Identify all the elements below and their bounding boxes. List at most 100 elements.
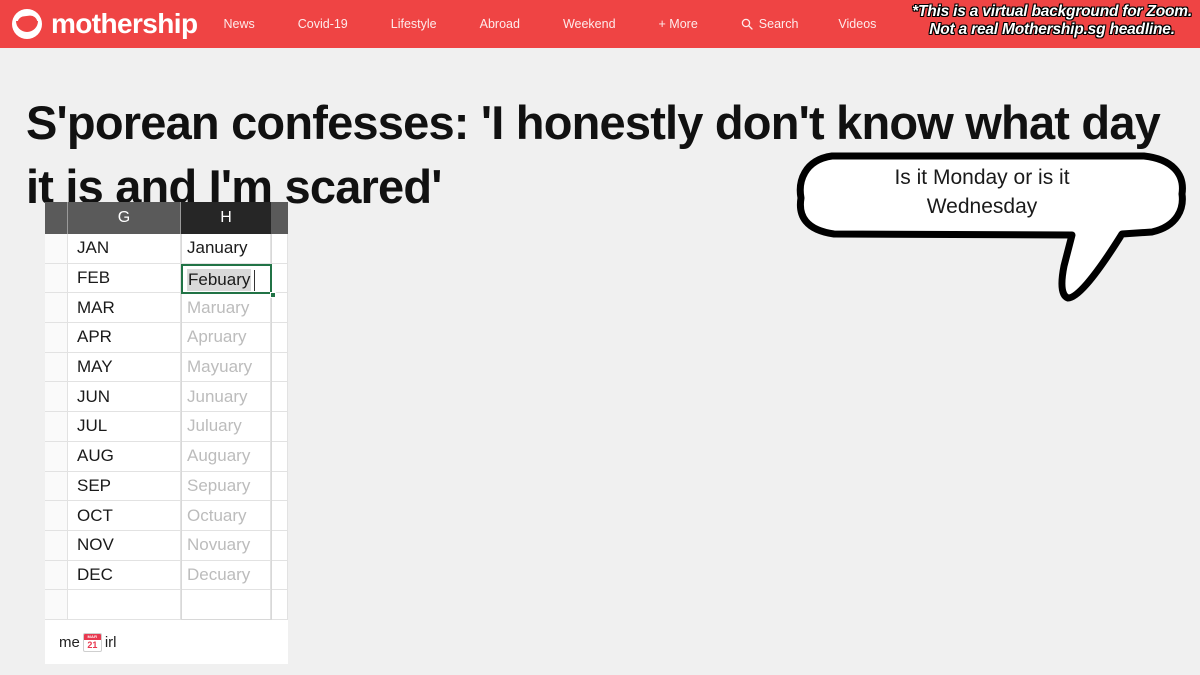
- speech-line-1: Is it Monday or is it: [894, 166, 1070, 189]
- table-row[interactable]: JUL Juluary: [45, 412, 288, 442]
- calendar-icon: MAR 21: [82, 633, 102, 652]
- cell-tail[interactable]: [271, 412, 288, 442]
- column-header-g[interactable]: G: [68, 202, 181, 234]
- speech-bubble: Is it Monday or is it Wednesday: [792, 146, 1192, 306]
- nav-item-search[interactable]: Search: [741, 18, 798, 31]
- nav-item-label: + More: [658, 16, 698, 31]
- nav-item-label: Lifestyle: [390, 16, 437, 31]
- cell-h[interactable]: Octuary: [181, 501, 271, 531]
- sheet-body: JAN January FEB MAR Maruary APR Apruary …: [45, 234, 288, 620]
- virtual-background-disclaimer: *This is a virtual background for Zoom. …: [912, 3, 1193, 40]
- cell-h[interactable]: Junuary: [181, 382, 271, 413]
- cell-h[interactable]: Juluary: [181, 412, 271, 442]
- cell-g[interactable]: AUG: [68, 441, 181, 472]
- cell-h[interactable]: Decuary: [181, 560, 271, 591]
- cell-h[interactable]: [181, 590, 271, 620]
- nav-item-videos[interactable]: Videos: [838, 18, 876, 31]
- calendar-day: 21: [87, 640, 98, 650]
- active-cell-editor[interactable]: Febuary: [181, 263, 276, 298]
- cell-h[interactable]: Maruary: [181, 293, 271, 324]
- row-header[interactable]: [45, 263, 68, 294]
- cell-h[interactable]: Apruary: [181, 323, 271, 353]
- caption-before: me: [59, 634, 80, 651]
- cell-h[interactable]: Mayuary: [181, 352, 271, 383]
- brand-logo-link[interactable]: mothership: [12, 9, 198, 39]
- table-row[interactable]: [45, 590, 288, 620]
- table-row[interactable]: NOV Novuary: [45, 530, 288, 561]
- table-row[interactable]: OCT Octuary: [45, 501, 288, 531]
- cell-g[interactable]: JUL: [68, 412, 181, 442]
- cell-tail[interactable]: [271, 382, 288, 413]
- table-row[interactable]: AUG Auguary: [45, 441, 288, 472]
- row-header[interactable]: [45, 590, 68, 620]
- row-header[interactable]: [45, 471, 68, 502]
- nav-item-abroad[interactable]: Abroad: [480, 18, 520, 31]
- cell-g[interactable]: MAR: [68, 293, 181, 324]
- row-header[interactable]: [45, 412, 68, 442]
- nav-item-more[interactable]: + More: [659, 18, 698, 31]
- nav-items: News Covid-19 Lifestyle Abroad Weekend +…: [223, 18, 919, 31]
- row-header[interactable]: [45, 501, 68, 531]
- cell-tail[interactable]: [271, 234, 288, 264]
- cell-h[interactable]: Sepuary: [181, 471, 271, 502]
- row-header[interactable]: [45, 293, 68, 324]
- cell-tail[interactable]: [271, 501, 288, 531]
- cell-tail[interactable]: [271, 590, 288, 620]
- row-header[interactable]: [45, 530, 68, 561]
- speech-line-2: Wednesday: [926, 194, 1038, 218]
- cell-g[interactable]: MAY: [68, 352, 181, 383]
- mothership-logo-icon: [12, 9, 42, 39]
- table-row[interactable]: MAY Mayuary: [45, 352, 288, 383]
- site-navbar: mothership News Covid-19 Lifestyle Abroa…: [0, 0, 1200, 48]
- table-row[interactable]: MAR Maruary: [45, 293, 288, 324]
- cell-h[interactable]: January: [181, 234, 271, 264]
- table-row[interactable]: JAN January: [45, 234, 288, 264]
- cell-g[interactable]: NOV: [68, 530, 181, 561]
- nav-item-news[interactable]: News: [223, 18, 254, 31]
- cell-tail[interactable]: [271, 560, 288, 591]
- cell-tail[interactable]: [271, 293, 288, 324]
- table-row[interactable]: APR Apruary: [45, 323, 288, 353]
- cell-g[interactable]: FEB: [68, 263, 181, 294]
- spreadsheet-screenshot: G H JAN January FEB MAR Maruary APR Apru…: [45, 202, 288, 664]
- fill-handle[interactable]: [270, 291, 276, 298]
- disclaimer-line-1: *This is a virtual background for Zoom.: [912, 3, 1193, 21]
- nav-item-label: Videos: [838, 16, 877, 31]
- cell-tail[interactable]: [271, 263, 288, 294]
- cell-tail[interactable]: [271, 323, 288, 353]
- nav-item-label: Abroad: [479, 16, 520, 31]
- disclaimer-line-2: Not a real Mothership.sg headline.: [929, 21, 1176, 39]
- table-row[interactable]: JUN Junuary: [45, 382, 288, 413]
- row-header[interactable]: [45, 323, 68, 353]
- column-header-tail: [271, 202, 288, 234]
- row-header[interactable]: [45, 441, 68, 472]
- cell-h[interactable]: Auguary: [181, 441, 271, 472]
- select-all-corner[interactable]: [45, 202, 68, 234]
- cell-g[interactable]: DEC: [68, 560, 181, 591]
- cell-g[interactable]: JAN: [68, 234, 181, 264]
- cell-tail[interactable]: [271, 352, 288, 383]
- cell-g[interactable]: OCT: [68, 501, 181, 531]
- cell-tail[interactable]: [271, 530, 288, 561]
- cell-h[interactable]: Novuary: [181, 530, 271, 561]
- cell-tail[interactable]: [271, 441, 288, 472]
- table-row[interactable]: SEP Sepuary: [45, 471, 288, 502]
- cell-g[interactable]: APR: [68, 323, 181, 353]
- row-header[interactable]: [45, 234, 68, 264]
- speech-bubble-text: Is it Monday or is it Wednesday: [822, 164, 1142, 222]
- nav-item-weekend[interactable]: Weekend: [563, 18, 616, 31]
- row-header[interactable]: [45, 382, 68, 413]
- nav-item-covid-19[interactable]: Covid-19: [298, 18, 348, 31]
- column-header-h[interactable]: H: [181, 202, 271, 234]
- cell-tail[interactable]: [271, 471, 288, 502]
- column-header-row: G H: [45, 202, 288, 234]
- row-header[interactable]: [45, 560, 68, 591]
- table-row[interactable]: DEC Decuary: [45, 560, 288, 591]
- row-header[interactable]: [45, 352, 68, 383]
- nav-item-lifestyle[interactable]: Lifestyle: [391, 18, 437, 31]
- cell-g[interactable]: JUN: [68, 382, 181, 413]
- cell-g[interactable]: [68, 590, 181, 620]
- cell-g[interactable]: SEP: [68, 471, 181, 502]
- nav-item-label: News: [223, 16, 255, 31]
- nav-item-label: Weekend: [562, 16, 616, 31]
